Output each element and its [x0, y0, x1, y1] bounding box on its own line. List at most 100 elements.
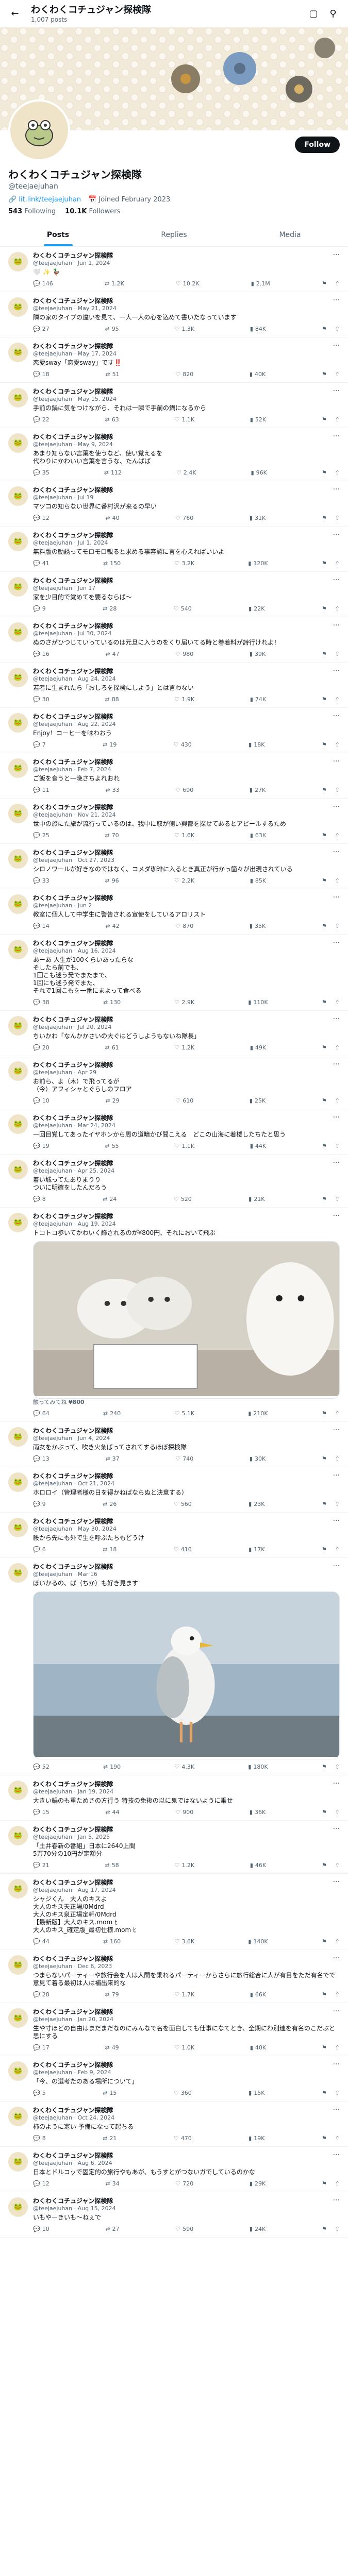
post-date[interactable]: Feb 7, 2024: [78, 766, 111, 773]
share-button[interactable]: ⇧: [335, 559, 340, 567]
more-options-icon[interactable]: ···: [333, 848, 340, 856]
post-date[interactable]: Aug 19, 2024: [78, 1221, 116, 1227]
post[interactable]: 🐸 わくわくコチュジャン探検隊 @teejaejuhan · Jun 17 家を少目的…: [0, 572, 348, 617]
post[interactable]: 🐸 わくわくコチュジャン探検隊 @teejaejuhan · May 21, 202…: [0, 292, 348, 337]
reply-button[interactable]: 💬 6: [33, 1545, 46, 1553]
post-date[interactable]: May 21, 2024: [78, 305, 117, 312]
post[interactable]: 🐸 わくわくコチュジャン探検隊 @teejaejuhan · Aug 22, 202…: [0, 708, 348, 753]
post-date[interactable]: Jun 1, 2024: [78, 260, 110, 266]
repost-button[interactable]: ⇄ 130: [103, 998, 121, 1006]
bookmark-button[interactable]: ⚑: [322, 1990, 327, 1998]
views-button[interactable]: ▮ 46K: [250, 1861, 266, 1869]
more-options-icon[interactable]: ···: [333, 667, 340, 675]
views-button[interactable]: ▮ 40K: [250, 370, 266, 378]
tab-posts[interactable]: Posts: [0, 223, 116, 246]
post-handle[interactable]: @teejaejuhan: [33, 721, 72, 727]
post-author-name[interactable]: わくわくコチュジャン探検隊: [33, 2008, 113, 2015]
like-button[interactable]: ♡ 610: [175, 1096, 193, 1105]
like-button[interactable]: ♡ 740: [175, 1454, 193, 1463]
post[interactable]: 🐸 わくわくコチュジャン探検隊 @teejaejuhan · Oct 27, 202…: [0, 844, 348, 889]
share-button[interactable]: ⇧: [335, 876, 340, 885]
more-options-icon[interactable]: ···: [333, 1517, 340, 1525]
post-author-name[interactable]: わくわくコチュジャン探検隊: [33, 804, 113, 811]
reply-button[interactable]: 💬 41: [33, 559, 49, 567]
repost-button[interactable]: ⇄ 88: [105, 695, 119, 703]
bookmark-button[interactable]: ⚑: [322, 370, 327, 378]
repost-button[interactable]: ⇄ 42: [105, 922, 119, 930]
post-date[interactable]: Apr 29: [78, 1069, 97, 1076]
post-handle[interactable]: @teejaejuhan: [33, 811, 72, 818]
post-handle[interactable]: @teejaejuhan: [33, 1887, 72, 1893]
reply-button[interactable]: 💬 5: [33, 2089, 46, 2097]
post-author-name[interactable]: わくわくコチュジャン探検隊: [33, 713, 113, 720]
more-options-icon[interactable]: ···: [333, 1015, 340, 1023]
more-options-icon[interactable]: ···: [333, 1212, 340, 1220]
views-button[interactable]: ▮ 44K: [250, 1142, 266, 1150]
post-author-name[interactable]: わくわくコチュジャン探検隊: [33, 849, 113, 856]
more-options-icon[interactable]: ···: [333, 757, 340, 766]
like-button[interactable]: ♡ 590: [175, 2225, 193, 2233]
reply-button[interactable]: 💬 8: [33, 1195, 46, 1203]
reply-button[interactable]: 💬 9: [33, 604, 46, 613]
views-button[interactable]: ▮ 110K: [248, 998, 268, 1006]
tab-replies[interactable]: Replies: [116, 223, 232, 246]
post-handle[interactable]: @teejaejuhan: [33, 766, 72, 773]
post-handle[interactable]: @teejaejuhan: [33, 305, 72, 312]
post-avatar[interactable]: 🐸: [8, 668, 28, 687]
post-avatar[interactable]: 🐸: [8, 940, 28, 959]
repost-button[interactable]: ⇄ 33: [105, 786, 119, 794]
like-button[interactable]: ♡ 4.3K: [174, 1762, 194, 1771]
post-handle[interactable]: @teejaejuhan: [33, 396, 72, 402]
more-options-icon[interactable]: ···: [333, 531, 340, 539]
post[interactable]: 🐸 わくわくコチュジャン探検隊 @teejaejuhan · Aug 24, 202…: [0, 663, 348, 708]
reply-button[interactable]: 💬 30: [33, 695, 49, 703]
post-handle[interactable]: @teejaejuhan: [33, 585, 72, 591]
post[interactable]: 🐸 わくわくコチュジャン探検隊 @teejaejuhan · Mar 24, 202…: [0, 1109, 348, 1155]
post-avatar[interactable]: 🐸: [8, 2008, 28, 2028]
post-author-name[interactable]: わくわくコチュジャン探検隊: [33, 2197, 113, 2205]
like-button[interactable]: ♡ 3.6K: [174, 1937, 194, 1945]
reply-button[interactable]: 💬 20: [33, 1043, 49, 1052]
share-button[interactable]: ⇧: [335, 2134, 340, 2142]
post-handle[interactable]: @teejaejuhan: [33, 494, 72, 501]
like-button[interactable]: ♡ 1.1K: [174, 415, 194, 423]
following-count[interactable]: 543 Following: [8, 208, 56, 215]
repost-button[interactable]: ⇄ 24: [103, 1195, 117, 1203]
views-button[interactable]: ▮ 25K: [250, 1096, 266, 1105]
post-author-name[interactable]: わくわくコチュジャン探検隊: [33, 1826, 113, 1833]
more-options-icon[interactable]: ···: [333, 939, 340, 947]
post-author-name[interactable]: わくわくコチュジャン探検隊: [33, 1061, 113, 1069]
post-handle[interactable]: @teejaejuhan: [33, 1167, 72, 1174]
like-button[interactable]: ♡ 1.6K: [174, 831, 194, 839]
views-button[interactable]: ▮ 52K: [250, 415, 266, 423]
post-avatar[interactable]: 🐸: [8, 758, 28, 778]
post-handle[interactable]: @teejaejuhan: [33, 260, 72, 266]
post-avatar[interactable]: 🐸: [8, 388, 28, 408]
share-button[interactable]: ⇧: [335, 998, 340, 1006]
share-button[interactable]: ⇧: [335, 604, 340, 613]
bookmark-button[interactable]: ⚑: [322, 559, 327, 567]
post-author-name[interactable]: わくわくコチュジャン探検隊: [33, 1427, 113, 1434]
more-options-icon[interactable]: ···: [333, 1471, 340, 1480]
like-button[interactable]: ♡ 690: [175, 786, 193, 794]
post-media[interactable]: [33, 1591, 340, 1759]
share-button[interactable]: ⇧: [335, 2089, 340, 2097]
more-options-icon[interactable]: ···: [333, 2106, 340, 2114]
post[interactable]: 🐸 わくわくコチュジャン探検隊 @teejaejuhan · Jul 1, 2024…: [0, 527, 348, 572]
repost-button[interactable]: ⇄ 55: [105, 1142, 119, 1150]
repost-button[interactable]: ⇄ 27: [105, 2225, 119, 2233]
like-button[interactable]: ♡ 1.3K: [174, 325, 194, 333]
post[interactable]: 🐸 わくわくコチュジャン探検隊 @teejaejuhan · Dec 6, 2023…: [0, 1950, 348, 2003]
like-button[interactable]: ♡ 2.2K: [174, 876, 194, 885]
share-button[interactable]: ⇧: [335, 831, 340, 839]
bookmark-button[interactable]: ⚑: [322, 2089, 327, 2097]
post-author-name[interactable]: わくわくコチュジャン探検隊: [33, 894, 113, 902]
share-button[interactable]: ⇧: [335, 1545, 340, 1553]
more-options-icon[interactable]: ···: [333, 621, 340, 630]
post-avatar[interactable]: 🐸: [8, 486, 28, 506]
like-button[interactable]: ♡ 820: [175, 370, 193, 378]
post-date[interactable]: Aug 17, 2024: [78, 1887, 116, 1893]
reply-button[interactable]: 💬 64: [33, 1409, 49, 1417]
post-author-name[interactable]: わくわくコチュジャン探検隊: [33, 1955, 113, 1962]
share-button[interactable]: ⇧: [335, 2043, 340, 2052]
